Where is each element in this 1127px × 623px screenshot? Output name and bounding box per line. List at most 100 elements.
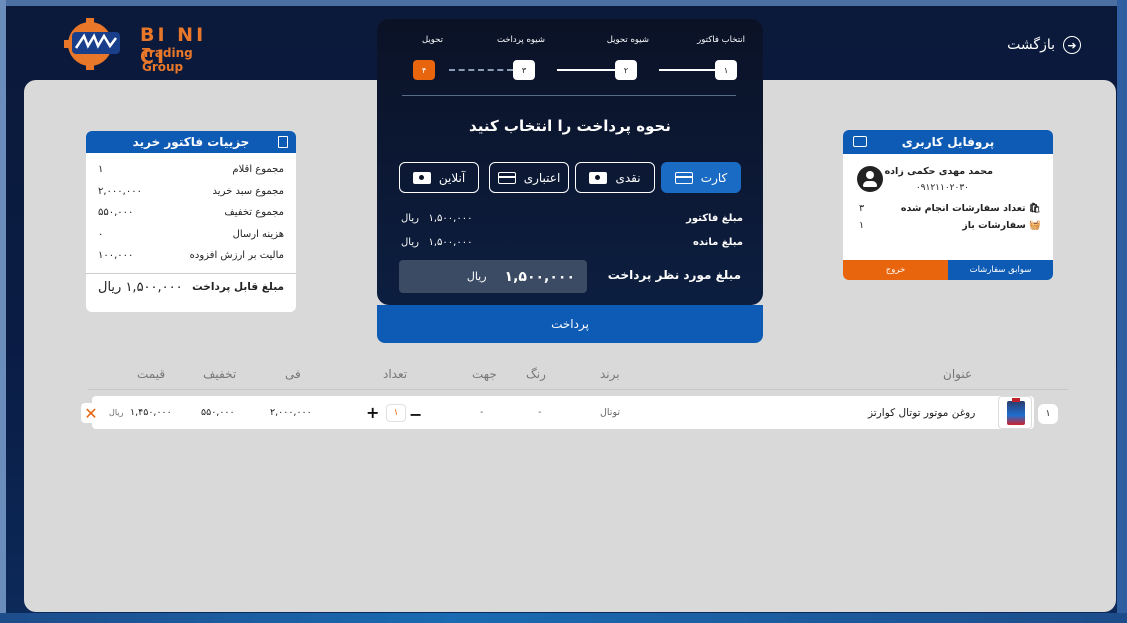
- payment-modal: انتخاب فاکتور شیوه تحویل شیوه پرداخت تحو…: [377, 19, 763, 305]
- col-qty: تعداد: [383, 367, 408, 381]
- invoice-row-label: مالیت بر ارزش افزوده: [189, 250, 284, 262]
- row-unit-price: ۲,۰۰۰,۰۰۰: [270, 407, 312, 418]
- invoice-row-value: ۱۰۰,۰۰۰: [98, 250, 134, 262]
- stepper-labels: انتخاب فاکتور شیوه تحویل شیوه پرداخت تحو…: [399, 35, 745, 49]
- step-3[interactable]: ۳: [513, 60, 535, 80]
- window-frame-right: [1117, 0, 1127, 623]
- target-amount-row: مبلغ مورد نظر پرداخت ۱,۵۰۰,۰۰۰ ریال: [399, 260, 741, 293]
- invoice-details-card: جزییات فاکتور خرید مجموع اقلام ۱ مجموع س…: [86, 131, 296, 312]
- logout-button[interactable]: خروج: [843, 260, 948, 280]
- step-4-current[interactable]: ۴: [413, 60, 435, 80]
- close-icon: ✕: [84, 403, 98, 423]
- qty-value[interactable]: ۱: [386, 404, 406, 422]
- remaining-amount-value: ۱,۵۰۰,۰۰۰: [428, 237, 473, 248]
- invoice-amount-value: ۱,۵۰۰,۰۰۰: [428, 213, 473, 224]
- target-amount-input[interactable]: ۱,۵۰۰,۰۰۰ ریال: [399, 260, 587, 293]
- step-1[interactable]: ۱: [715, 60, 737, 80]
- step-connector: [659, 69, 715, 71]
- stat-label: تعداد سفارشات انجام شده: [900, 203, 1026, 214]
- gear-logo-icon: [64, 18, 120, 70]
- invoice-row: مجموع اقلام ۱: [98, 159, 284, 181]
- invoice-row: مجموع سبد خرید ۲,۰۰۰,۰۰۰: [98, 181, 284, 203]
- product-thumbnail[interactable]: [998, 396, 1032, 429]
- invoice-amount-row: مبلغ فاکتور ۱,۵۰۰,۰۰۰ ریال: [401, 213, 743, 224]
- row-brand: توتال: [600, 407, 620, 418]
- payment-methods: کارت نقدی اعتباری آنلاین: [399, 162, 741, 194]
- step-label-3: شیوه پرداخت: [496, 35, 545, 45]
- profile-title: پروفایل کاربری: [901, 135, 995, 149]
- brand-subtitle: Trading Group: [142, 46, 193, 74]
- invoice-title: جزییات فاکتور خرید: [132, 135, 250, 149]
- row-discount: ۵۵۰,۰۰۰: [201, 407, 235, 418]
- row-index: ۱: [1038, 404, 1058, 424]
- col-title: عنوان: [943, 367, 973, 381]
- row-color: -: [538, 407, 542, 418]
- currency-label: ریال: [401, 213, 419, 224]
- stat-value: ۳: [859, 203, 865, 214]
- method-label: آنلاین: [438, 170, 466, 185]
- col-unit-price: فی: [285, 367, 301, 381]
- stat-completed-orders: 🛍 تعداد سفارشات انجام شده ۳: [859, 203, 1041, 214]
- invoice-row: هزینه ارسال ۰: [98, 224, 284, 246]
- payment-title: نحوه پرداخت را انتخاب کنید: [469, 117, 671, 135]
- qty-decrease-button[interactable]: −: [409, 405, 422, 424]
- method-label: کارت: [700, 170, 728, 185]
- col-price: قیمت: [137, 367, 166, 381]
- invoice-total-currency: ریال: [98, 279, 122, 295]
- invoice-row: مجموع تخفیف ۵۵۰,۰۰۰: [98, 202, 284, 224]
- invoice-header: جزییات فاکتور خرید: [86, 131, 296, 153]
- qty-increase-button[interactable]: +: [366, 403, 379, 422]
- method-credit-button[interactable]: اعتباری: [489, 162, 569, 193]
- method-online-button[interactable]: آنلاین: [399, 162, 479, 193]
- row-title: روغن موتور توتال کوارتز: [868, 407, 976, 419]
- step-label-4: تحویل: [421, 35, 443, 45]
- back-label: بازگشت: [1007, 37, 1055, 53]
- divider: [402, 95, 736, 96]
- method-card-button[interactable]: کارت: [661, 162, 741, 193]
- target-amount-value: ۱,۵۰۰,۰۰۰: [504, 268, 575, 285]
- remove-item-button[interactable]: ✕: [81, 403, 101, 423]
- arrow-right-circle-icon: ➜: [1063, 36, 1081, 54]
- pay-button[interactable]: پرداخت: [377, 305, 763, 343]
- window-frame-bottom: [0, 613, 1127, 623]
- id-card-icon: [853, 136, 867, 147]
- table-header: عنوان برند رنگ جهت تعداد فی تخفیف قیمت: [80, 367, 1080, 385]
- invoice-row-label: هزینه ارسال: [232, 228, 284, 240]
- row-direction: -: [480, 407, 484, 418]
- invoice-row-value: ۰: [98, 228, 104, 240]
- order-history-button[interactable]: سوابق سفارشات: [948, 260, 1053, 280]
- col-color: رنگ: [526, 367, 546, 381]
- brand-logo[interactable]: BI NI CI Trading Group: [62, 18, 232, 74]
- col-direction: جهت: [472, 367, 497, 381]
- table-row: روغن موتور توتال کوارتز توتال - - ۲,۰۰۰,…: [92, 396, 1034, 429]
- remaining-amount-row: مبلغ مانده ۱,۵۰۰,۰۰۰ ریال: [401, 237, 743, 248]
- back-button[interactable]: بازگشت ➜: [1007, 36, 1081, 54]
- invoice-total-label: مبلغ قابل پرداخت: [192, 281, 284, 293]
- invoice-row-label: مجموع اقلام: [232, 164, 284, 176]
- cash-icon: [589, 171, 608, 184]
- invoice-row-label: مجموع سبد خرید: [212, 185, 284, 197]
- profile-header: پروفایل کاربری: [843, 130, 1053, 154]
- divider: [88, 389, 1068, 390]
- step-2[interactable]: ۲: [615, 60, 637, 80]
- method-cash-button[interactable]: نقدی: [575, 162, 655, 193]
- stat-open-orders: 🧺 سفارشات باز ۱: [859, 220, 1041, 231]
- stat-value: ۱: [859, 220, 865, 231]
- credit-card-icon: [674, 171, 693, 184]
- cash-icon: [412, 171, 431, 184]
- currency-label: ریال: [466, 270, 487, 283]
- method-label: اعتباری: [523, 170, 561, 185]
- window-frame-top: [0, 0, 1127, 6]
- invoice-row-value: ۵۵۰,۰۰۰: [98, 207, 134, 219]
- invoice-total-value: ۱,۵۰۰,۰۰۰: [125, 279, 183, 295]
- col-brand: برند: [600, 367, 620, 381]
- invoice-total: مبلغ قابل پرداخت ۱,۵۰۰,۰۰۰ ریال: [86, 274, 296, 301]
- row-price: ۱,۴۵۰,۰۰۰: [130, 407, 172, 418]
- stat-label: سفارشات باز: [962, 220, 1026, 231]
- invoice-row-label: مجموع تخفیف: [224, 207, 284, 219]
- currency-label: ریال: [401, 237, 419, 248]
- invoice-row: مالیت بر ارزش افزوده ۱۰۰,۰۰۰: [98, 245, 284, 267]
- target-amount-label: مبلغ مورد نظر پرداخت: [607, 268, 741, 282]
- plus-icon: +: [366, 403, 380, 422]
- invoice-row-value: ۲,۰۰۰,۰۰۰: [98, 185, 142, 197]
